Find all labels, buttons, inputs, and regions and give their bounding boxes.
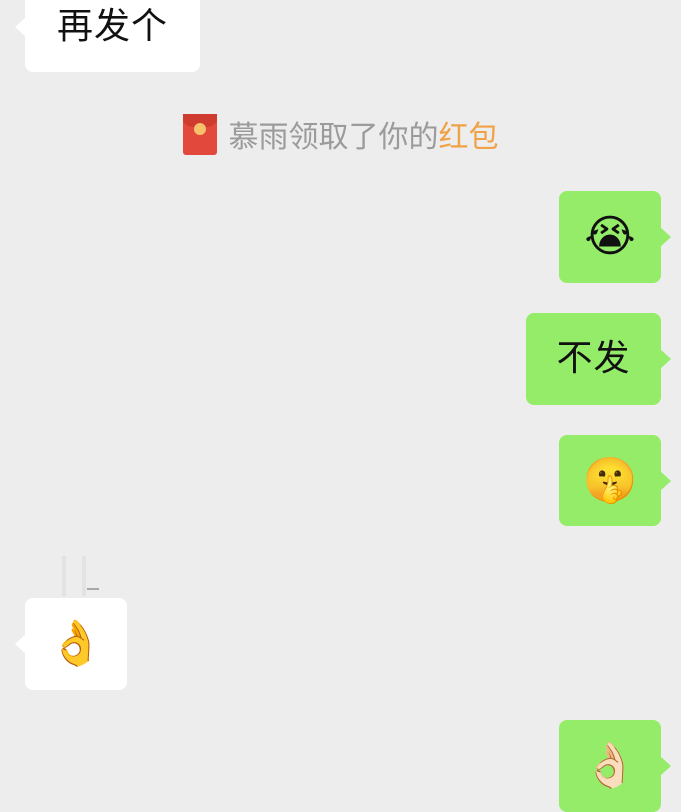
faded-cursor-artifact — [62, 556, 86, 596]
red-packet-icon — [182, 113, 217, 155]
outgoing-message-bubble[interactable]: 不发 — [526, 313, 671, 405]
incoming-message-bubble[interactable]: 再发个 — [15, 0, 200, 72]
outgoing-message-bubble[interactable]: 🤫 — [559, 435, 671, 526]
ok-hand-light-skin-icon: 👌🏻 — [582, 740, 638, 791]
red-packet-received-notice: 慕雨领取了你的 红包 — [0, 112, 681, 156]
shushing-face-icon: 🤫 — [582, 454, 638, 506]
ok-hand-icon: 👌 — [48, 618, 104, 669]
message-text: 不发 — [556, 338, 631, 379]
outgoing-message-bubble[interactable]: 😭 — [559, 191, 671, 283]
notice-text: 慕雨领取了你的 — [228, 120, 439, 155]
faded-dash-artifact — [87, 588, 99, 590]
incoming-message-bubble[interactable]: 👌 — [15, 598, 127, 690]
message-text: 再发个 — [56, 6, 168, 47]
red-packet-link[interactable]: 红包 — [439, 112, 499, 156]
loudly-crying-face-icon: 😭 — [584, 211, 636, 262]
outgoing-message-bubble[interactable]: 👌🏻 — [559, 720, 671, 812]
